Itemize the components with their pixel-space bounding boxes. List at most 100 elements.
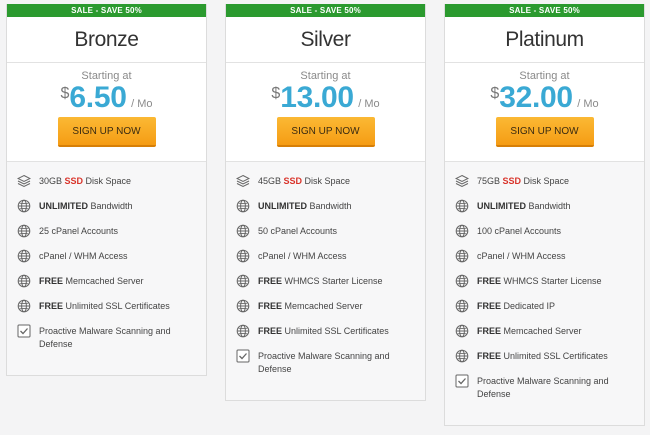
plan-card-platinum: SALE - SAVE 50% Platinum Starting at $32… bbox=[444, 4, 645, 426]
globe-icon bbox=[455, 299, 469, 313]
globe-icon bbox=[236, 324, 250, 338]
feature-emphasis: FREE bbox=[477, 351, 502, 361]
feature-item: UNLIMITED Bandwidth bbox=[17, 198, 206, 223]
price: $13.00 / Mo bbox=[226, 81, 425, 115]
feature-item: FREE Unlimited SSL Certificates bbox=[17, 298, 206, 323]
globe-icon bbox=[236, 224, 250, 238]
feature-label: Dedicated IP bbox=[501, 301, 556, 311]
feature-size: 45GB bbox=[258, 176, 284, 186]
currency-symbol: $ bbox=[490, 85, 500, 102]
feature-label: cPanel / WHM Access bbox=[39, 251, 128, 261]
globe-icon bbox=[236, 274, 250, 288]
globe-icon bbox=[455, 224, 469, 238]
globe-icon bbox=[455, 349, 469, 363]
feature-label: Memcached Server bbox=[63, 276, 144, 286]
feature-size: 75GB bbox=[477, 176, 503, 186]
feature-text: Proactive Malware Scanning and Defense bbox=[39, 325, 194, 351]
plan-card-silver: SALE - SAVE 50% Silver Starting at $13.0… bbox=[225, 4, 426, 401]
plan-name: Platinum bbox=[445, 17, 644, 63]
feature-text: 50 cPanel Accounts bbox=[258, 225, 413, 238]
feature-label: Unlimited SSL Certificates bbox=[501, 351, 608, 361]
feature-label: Unlimited SSL Certificates bbox=[63, 301, 170, 311]
price: $6.50 / Mo bbox=[7, 81, 206, 115]
globe-icon bbox=[455, 274, 469, 288]
globe-icon bbox=[236, 299, 250, 313]
layers-icon bbox=[454, 174, 470, 188]
feature-item: 25 cPanel Accounts bbox=[17, 223, 206, 248]
feature-label: Proactive Malware Scanning and Defense bbox=[258, 351, 390, 374]
feature-label: cPanel / WHM Access bbox=[258, 251, 347, 261]
feature-emphasis: FREE bbox=[258, 301, 283, 311]
feature-emphasis: FREE bbox=[258, 276, 283, 286]
feature-list: 75GB SSD Disk Space UNLIMITED Bandwidth 10… bbox=[445, 162, 644, 407]
feature-emphasis: FREE bbox=[39, 276, 64, 286]
feature-item: FREE Memcached Server bbox=[455, 323, 644, 348]
feature-label: Disk Space bbox=[83, 176, 132, 186]
feature-text: 25 cPanel Accounts bbox=[39, 225, 194, 238]
feature-emphasis: UNLIMITED bbox=[258, 201, 307, 211]
feature-label: Bandwidth bbox=[307, 201, 352, 211]
feature-item: 75GB SSD Disk Space bbox=[454, 173, 644, 198]
feature-label: WHMCS Starter License bbox=[501, 276, 602, 286]
feature-text: FREE Memcached Server bbox=[258, 300, 413, 313]
price-period: / Mo bbox=[358, 98, 380, 110]
feature-text: FREE WHMCS Starter License bbox=[258, 275, 413, 288]
feature-item: Proactive Malware Scanning and Defense bbox=[455, 373, 644, 407]
feature-label: 50 cPanel Accounts bbox=[258, 226, 338, 236]
feature-item: FREE Dedicated IP bbox=[455, 298, 644, 323]
sign-up-button[interactable]: SIGN UP NOW bbox=[276, 117, 375, 147]
price-amount: 13.00 bbox=[280, 81, 354, 114]
plan-name: Silver bbox=[226, 17, 425, 63]
feature-item: Proactive Malware Scanning and Defense bbox=[17, 323, 206, 357]
feature-text: UNLIMITED Bandwidth bbox=[39, 200, 194, 213]
feature-text: FREE Unlimited SSL Certificates bbox=[39, 300, 194, 313]
feature-text: cPanel / WHM Access bbox=[39, 250, 194, 263]
globe-icon bbox=[236, 249, 250, 263]
feature-item: 100 cPanel Accounts bbox=[455, 223, 644, 248]
globe-icon bbox=[17, 274, 31, 288]
feature-text: 45GB SSD Disk Space bbox=[258, 175, 413, 188]
feature-label: Bandwidth bbox=[88, 201, 133, 211]
feature-text: cPanel / WHM Access bbox=[258, 250, 413, 263]
feature-label: Proactive Malware Scanning and Defense bbox=[477, 376, 609, 399]
layers-icon bbox=[235, 174, 251, 188]
feature-item: FREE Memcached Server bbox=[17, 273, 206, 298]
feature-text: FREE Unlimited SSL Certificates bbox=[477, 350, 632, 363]
feature-label: Bandwidth bbox=[526, 201, 571, 211]
plan-card-bronze: SALE - SAVE 50% Bronze Starting at $6.50… bbox=[6, 4, 207, 376]
feature-emphasis: FREE bbox=[477, 301, 502, 311]
plan-name: Bronze bbox=[7, 17, 206, 63]
layers-icon bbox=[16, 174, 32, 188]
feature-emphasis: FREE bbox=[39, 301, 64, 311]
feature-list: 45GB SSD Disk Space UNLIMITED Bandwidth 50… bbox=[226, 162, 425, 382]
feature-label: Unlimited SSL Certificates bbox=[282, 326, 389, 336]
feature-emphasis: FREE bbox=[477, 276, 502, 286]
feature-item: cPanel / WHM Access bbox=[236, 248, 425, 273]
feature-text: 100 cPanel Accounts bbox=[477, 225, 632, 238]
feature-emphasis: UNLIMITED bbox=[477, 201, 526, 211]
feature-text: UNLIMITED Bandwidth bbox=[258, 200, 413, 213]
feature-text: FREE Memcached Server bbox=[39, 275, 194, 288]
feature-text: FREE Memcached Server bbox=[477, 325, 632, 338]
feature-label: 100 cPanel Accounts bbox=[477, 226, 562, 236]
currency-symbol: $ bbox=[271, 85, 281, 102]
globe-icon bbox=[236, 199, 250, 213]
globe-icon bbox=[17, 249, 31, 263]
feature-item: cPanel / WHM Access bbox=[17, 248, 206, 273]
price-box: Starting at $13.00 / Mo SIGN UP NOW bbox=[226, 63, 425, 162]
feature-text: cPanel / WHM Access bbox=[477, 250, 632, 263]
globe-icon bbox=[455, 324, 469, 338]
feature-label: Memcached Server bbox=[501, 326, 582, 336]
sign-up-button[interactable]: SIGN UP NOW bbox=[57, 117, 156, 147]
sign-up-button[interactable]: SIGN UP NOW bbox=[495, 117, 594, 147]
feature-item: FREE WHMCS Starter License bbox=[236, 273, 425, 298]
feature-label: Memcached Server bbox=[282, 301, 363, 311]
price-period: / Mo bbox=[131, 98, 153, 110]
feature-item: UNLIMITED Bandwidth bbox=[455, 198, 644, 223]
feature-item: FREE Unlimited SSL Certificates bbox=[236, 323, 425, 348]
feature-item: UNLIMITED Bandwidth bbox=[236, 198, 425, 223]
globe-icon bbox=[455, 199, 469, 213]
feature-highlight: SSD bbox=[64, 176, 84, 186]
feature-text: Proactive Malware Scanning and Defense bbox=[258, 350, 413, 376]
feature-text: FREE Unlimited SSL Certificates bbox=[258, 325, 413, 338]
